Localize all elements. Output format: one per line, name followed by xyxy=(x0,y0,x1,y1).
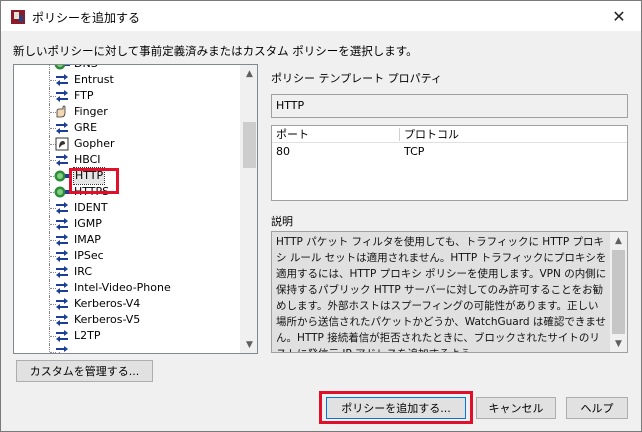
tree-item-label: HBCI xyxy=(74,153,101,166)
tree-item-dns[interactable]: DNS xyxy=(14,65,240,72)
add-policy-button[interactable]: ポリシーを追加する... xyxy=(326,397,466,419)
tree-item-gre[interactable]: GRE xyxy=(14,120,240,136)
tree-item-label: IGMP xyxy=(74,217,102,230)
tree-item-label: Gopher xyxy=(74,137,115,150)
tree-item-label: Finger xyxy=(74,105,108,118)
tree-item-kerberos-v5[interactable]: Kerberos-V5 xyxy=(14,312,240,328)
packet-filter-icon xyxy=(54,297,70,311)
tree-item-kerberos-v4[interactable]: Kerberos-V4 xyxy=(14,296,240,312)
tree-item-http[interactable]: HTTP xyxy=(14,167,240,185)
packet-filter-icon xyxy=(54,249,70,263)
tree-item-https[interactable]: HTTPS xyxy=(14,184,240,200)
port-table-header: ポート プロトコル xyxy=(272,126,627,143)
tree-item-entrust[interactable]: Entrust xyxy=(14,72,240,88)
packet-filter-icon xyxy=(54,313,70,327)
packet-filter-icon xyxy=(54,121,70,135)
title-bar: ポリシーを追加する ✕ xyxy=(1,1,641,31)
tree-item-label: Intel-Video-Phone xyxy=(74,281,171,294)
selection-highlight-frame xyxy=(69,168,119,194)
window-title: ポリシーを追加する xyxy=(32,11,141,25)
tree-item-intel-video-phone[interactable]: Intel-Video-Phone xyxy=(14,280,240,296)
add-policy-dialog: ポリシーを追加する ✕ 新しいポリシーに対して事前定義済みまたはカスタム ポリシ… xyxy=(0,0,642,432)
help-button[interactable]: ヘルプ xyxy=(566,397,628,419)
packet-filter-icon xyxy=(54,233,70,247)
tree-item-l2tp[interactable]: L2TP xyxy=(14,328,240,344)
column-header-port[interactable]: ポート xyxy=(272,126,398,143)
scroll-down-icon[interactable]: ▼ xyxy=(241,336,257,353)
tree-item-label: IMAP xyxy=(74,233,101,246)
tree-item-label: L2TP xyxy=(74,329,101,342)
description-box: HTTP パケット フィルタを使用しても、トラフィックに HTTP プロキシ ル… xyxy=(271,231,628,353)
close-button[interactable]: ✕ xyxy=(597,1,641,31)
column-header-protocol[interactable]: プロトコル xyxy=(400,126,627,143)
policy-tree[interactable]: DNSEntrust FTP Finger GRE Gopher HBCIHTTPHTTP… xyxy=(13,64,258,354)
tree-item-igmp[interactable]: IGMP xyxy=(14,216,240,232)
tree-item-label: IPSec xyxy=(74,249,104,262)
tree-item-label: Kerberos-V4 xyxy=(74,297,141,310)
policy-tree-scrollbar[interactable]: ▲ ▼ xyxy=(240,65,257,353)
packet-filter-icon xyxy=(54,89,70,103)
scroll-up-icon[interactable]: ▲ xyxy=(610,232,627,249)
tree-item-partial[interactable] xyxy=(14,344,240,353)
packet-filter-icon xyxy=(54,73,70,87)
tree-item-label: Entrust xyxy=(74,73,114,86)
scroll-down-icon[interactable]: ▼ xyxy=(610,335,627,352)
tree-item-ftp[interactable]: FTP xyxy=(14,88,240,104)
packet-filter-icon xyxy=(54,265,70,279)
scroll-thumb[interactable] xyxy=(243,122,256,168)
scroll-thumb[interactable] xyxy=(612,250,625,334)
finger-icon xyxy=(54,105,70,119)
tree-item-finger[interactable]: Finger xyxy=(14,104,240,120)
description-scrollbar[interactable]: ▲ ▼ xyxy=(610,232,627,352)
gopher-icon xyxy=(54,137,70,151)
table-row[interactable]: 80 TCP xyxy=(272,144,627,160)
cell-protocol: TCP xyxy=(404,145,425,158)
packet-filter-icon xyxy=(54,201,70,215)
properties-heading: ポリシー テンプレート プロパティ xyxy=(271,72,443,85)
template-name-field: HTTP xyxy=(271,94,628,118)
port-table: ポート プロトコル 80 TCP xyxy=(271,125,628,201)
tree-item-label: Kerberos-V5 xyxy=(74,313,141,326)
instruction-text: 新しいポリシーに対して事前定義済みまたはカスタム ポリシーを選択します。 xyxy=(13,44,418,58)
tree-item-gopher[interactable]: Gopher xyxy=(14,136,240,152)
packet-filter-icon xyxy=(54,281,70,295)
tree-item-label: DNS xyxy=(74,65,98,72)
cell-port: 80 xyxy=(276,145,290,158)
packet-filter-icon xyxy=(54,329,70,343)
tree-connector-line xyxy=(49,65,50,72)
description-text: HTTP パケット フィルタを使用しても、トラフィックに HTTP プロキシ ル… xyxy=(276,236,607,352)
close-icon: ✕ xyxy=(612,6,626,26)
cancel-button[interactable]: キャンセル xyxy=(476,397,556,419)
proxy-policy-icon xyxy=(54,185,70,199)
policy-tree-items: DNSEntrust FTP Finger GRE Gopher HBCIHTTPHTTP… xyxy=(14,65,240,353)
packet-filter-icon xyxy=(54,153,70,167)
packet-filter-icon xyxy=(54,217,70,231)
tree-item-ident[interactable]: IDENT xyxy=(14,200,240,216)
description-heading: 説明 xyxy=(271,215,293,228)
tree-item-hbci[interactable]: HBCI xyxy=(14,152,240,168)
tree-item-label: FTP xyxy=(74,89,94,102)
proxy-policy-icon xyxy=(54,169,70,183)
tree-item-label: IDENT xyxy=(74,201,108,214)
tree-item-irc[interactable]: IRC xyxy=(14,264,240,280)
proxy-policy-icon xyxy=(54,65,70,71)
packet-filter-icon xyxy=(54,345,70,353)
tree-item-imap[interactable]: IMAP xyxy=(14,232,240,248)
tree-item-ipsec[interactable]: IPSec xyxy=(14,248,240,264)
app-icon xyxy=(11,10,25,24)
manage-custom-button[interactable]: カスタムを管理する... xyxy=(16,360,153,382)
tree-item-label: GRE xyxy=(74,121,98,134)
scroll-up-icon[interactable]: ▲ xyxy=(241,65,257,82)
tree-item-label: IRC xyxy=(74,265,93,278)
